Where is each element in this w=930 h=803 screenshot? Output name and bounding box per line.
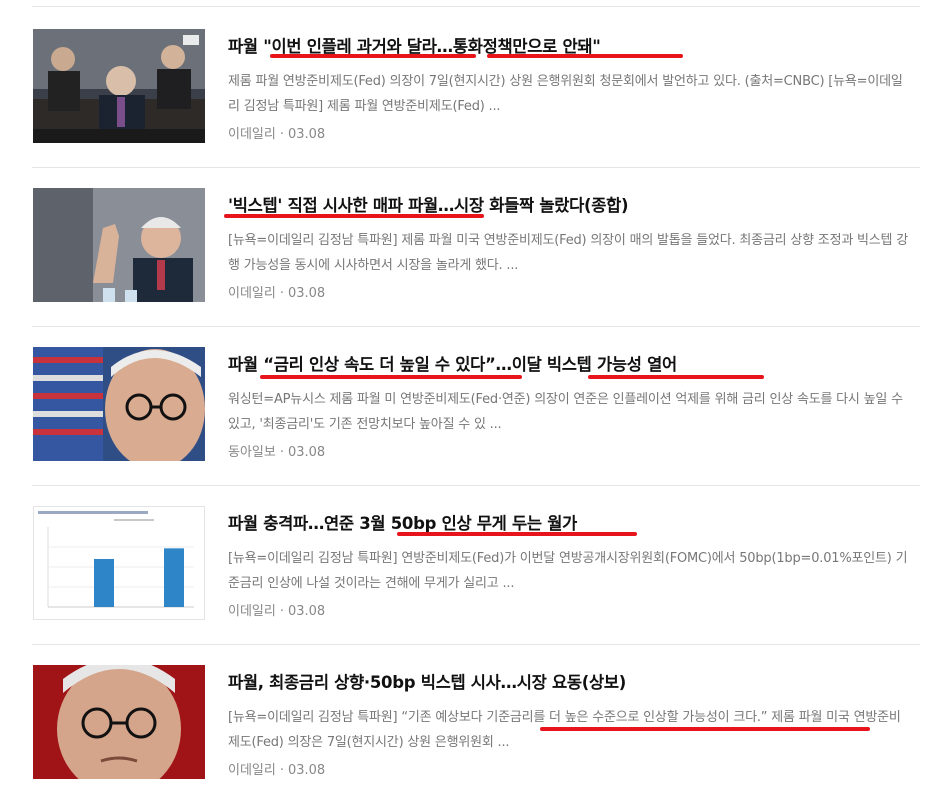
article-date: 03.08 bbox=[287, 604, 326, 619]
article-date: 03.08 bbox=[287, 763, 326, 778]
highlight-underline bbox=[260, 375, 522, 379]
chart-bar bbox=[164, 548, 184, 607]
highlight-underline bbox=[487, 54, 683, 58]
meta-separator: · bbox=[279, 445, 284, 460]
article-summary: [뉴욕=이데일리 김정남 특파원] 연방준비제도(Fed)가 이번달 연방공개시… bbox=[228, 551, 908, 591]
article-title[interactable]: '빅스텝' 직접 시사한 매파 파월…시장 화들짝 놀랐다(종합) bbox=[228, 192, 629, 216]
meta-separator: · bbox=[279, 286, 284, 301]
news-item[interactable]: 파월 “금리 인상 속도 더 높일 수 있다”…이달 빅스텝 가능성 열어 워싱… bbox=[32, 325, 920, 486]
article-thumbnail[interactable] bbox=[33, 29, 205, 143]
highlight-underline bbox=[224, 214, 484, 218]
article-source[interactable]: 동아일보 bbox=[228, 445, 276, 460]
article-thumbnail[interactable] bbox=[33, 665, 205, 779]
highlight-underline bbox=[270, 54, 476, 58]
article-meta: 이데일리 · 03.08 bbox=[228, 123, 325, 142]
meta-separator: · bbox=[279, 127, 284, 142]
highlight-underline bbox=[588, 375, 764, 379]
article-summary: 워싱턴=AP뉴시스 제롬 파월 미 연방준비제도(Fed·연준) 의장이 연준은… bbox=[228, 392, 903, 432]
article-meta: 이데일리 · 03.08 bbox=[228, 759, 325, 778]
article-summary: [뉴욕=이데일리 김정남 특파원] 제롬 파월 미국 연방준비제도(Fed) 의… bbox=[228, 233, 908, 273]
chart-thumbnail bbox=[34, 507, 204, 619]
highlight-underline bbox=[397, 532, 637, 536]
article-thumbnail[interactable] bbox=[33, 506, 205, 620]
article-title[interactable]: 파월 “금리 인상 속도 더 높일 수 있다”…이달 빅스텝 가능성 열어 bbox=[228, 351, 677, 375]
article-source[interactable]: 이데일리 bbox=[228, 286, 276, 301]
article-summary: 제롬 파월 연방준비제도(Fed) 의장이 7일(현지시간) 상원 은행위원회 … bbox=[228, 74, 903, 114]
article-date: 03.08 bbox=[287, 127, 326, 142]
article-date: 03.08 bbox=[287, 445, 326, 460]
article-source[interactable]: 이데일리 bbox=[228, 127, 276, 142]
article-title[interactable]: 파월, 최종금리 상향·50bp 빅스텝 시사…시장 요동(상보) bbox=[228, 669, 626, 693]
article-source[interactable]: 이데일리 bbox=[228, 604, 276, 619]
article-meta: 이데일리 · 03.08 bbox=[228, 600, 325, 619]
article-meta: 이데일리 · 03.08 bbox=[228, 282, 325, 301]
chart-bar bbox=[94, 559, 114, 607]
article-source[interactable]: 이데일리 bbox=[228, 763, 276, 778]
news-item[interactable]: 파월 충격파…연준 3월 50bp 인상 무게 두는 월가 [뉴욕=이데일리 김… bbox=[32, 484, 920, 645]
highlight-underline bbox=[540, 727, 870, 731]
news-item[interactable]: 파월, 최종금리 상향·50bp 빅스텝 시사…시장 요동(상보) [뉴욕=이데… bbox=[32, 643, 920, 803]
article-thumbnail[interactable] bbox=[33, 347, 205, 461]
article-thumbnail[interactable] bbox=[33, 188, 205, 302]
article-date: 03.08 bbox=[287, 286, 326, 301]
article-meta: 동아일보 · 03.08 bbox=[228, 441, 325, 460]
meta-separator: · bbox=[279, 763, 284, 778]
article-title[interactable]: 파월 충격파…연준 3월 50bp 인상 무게 두는 월가 bbox=[228, 510, 577, 534]
news-item[interactable]: '빅스텝' 직접 시사한 매파 파월…시장 화들짝 놀랐다(종합) [뉴욕=이데… bbox=[32, 166, 920, 327]
news-item[interactable]: 파월 "이번 인플레 과거와 달라…통화정책만으로 안돼" 제롬 파월 연방준비… bbox=[32, 7, 920, 168]
meta-separator: · bbox=[279, 604, 284, 619]
